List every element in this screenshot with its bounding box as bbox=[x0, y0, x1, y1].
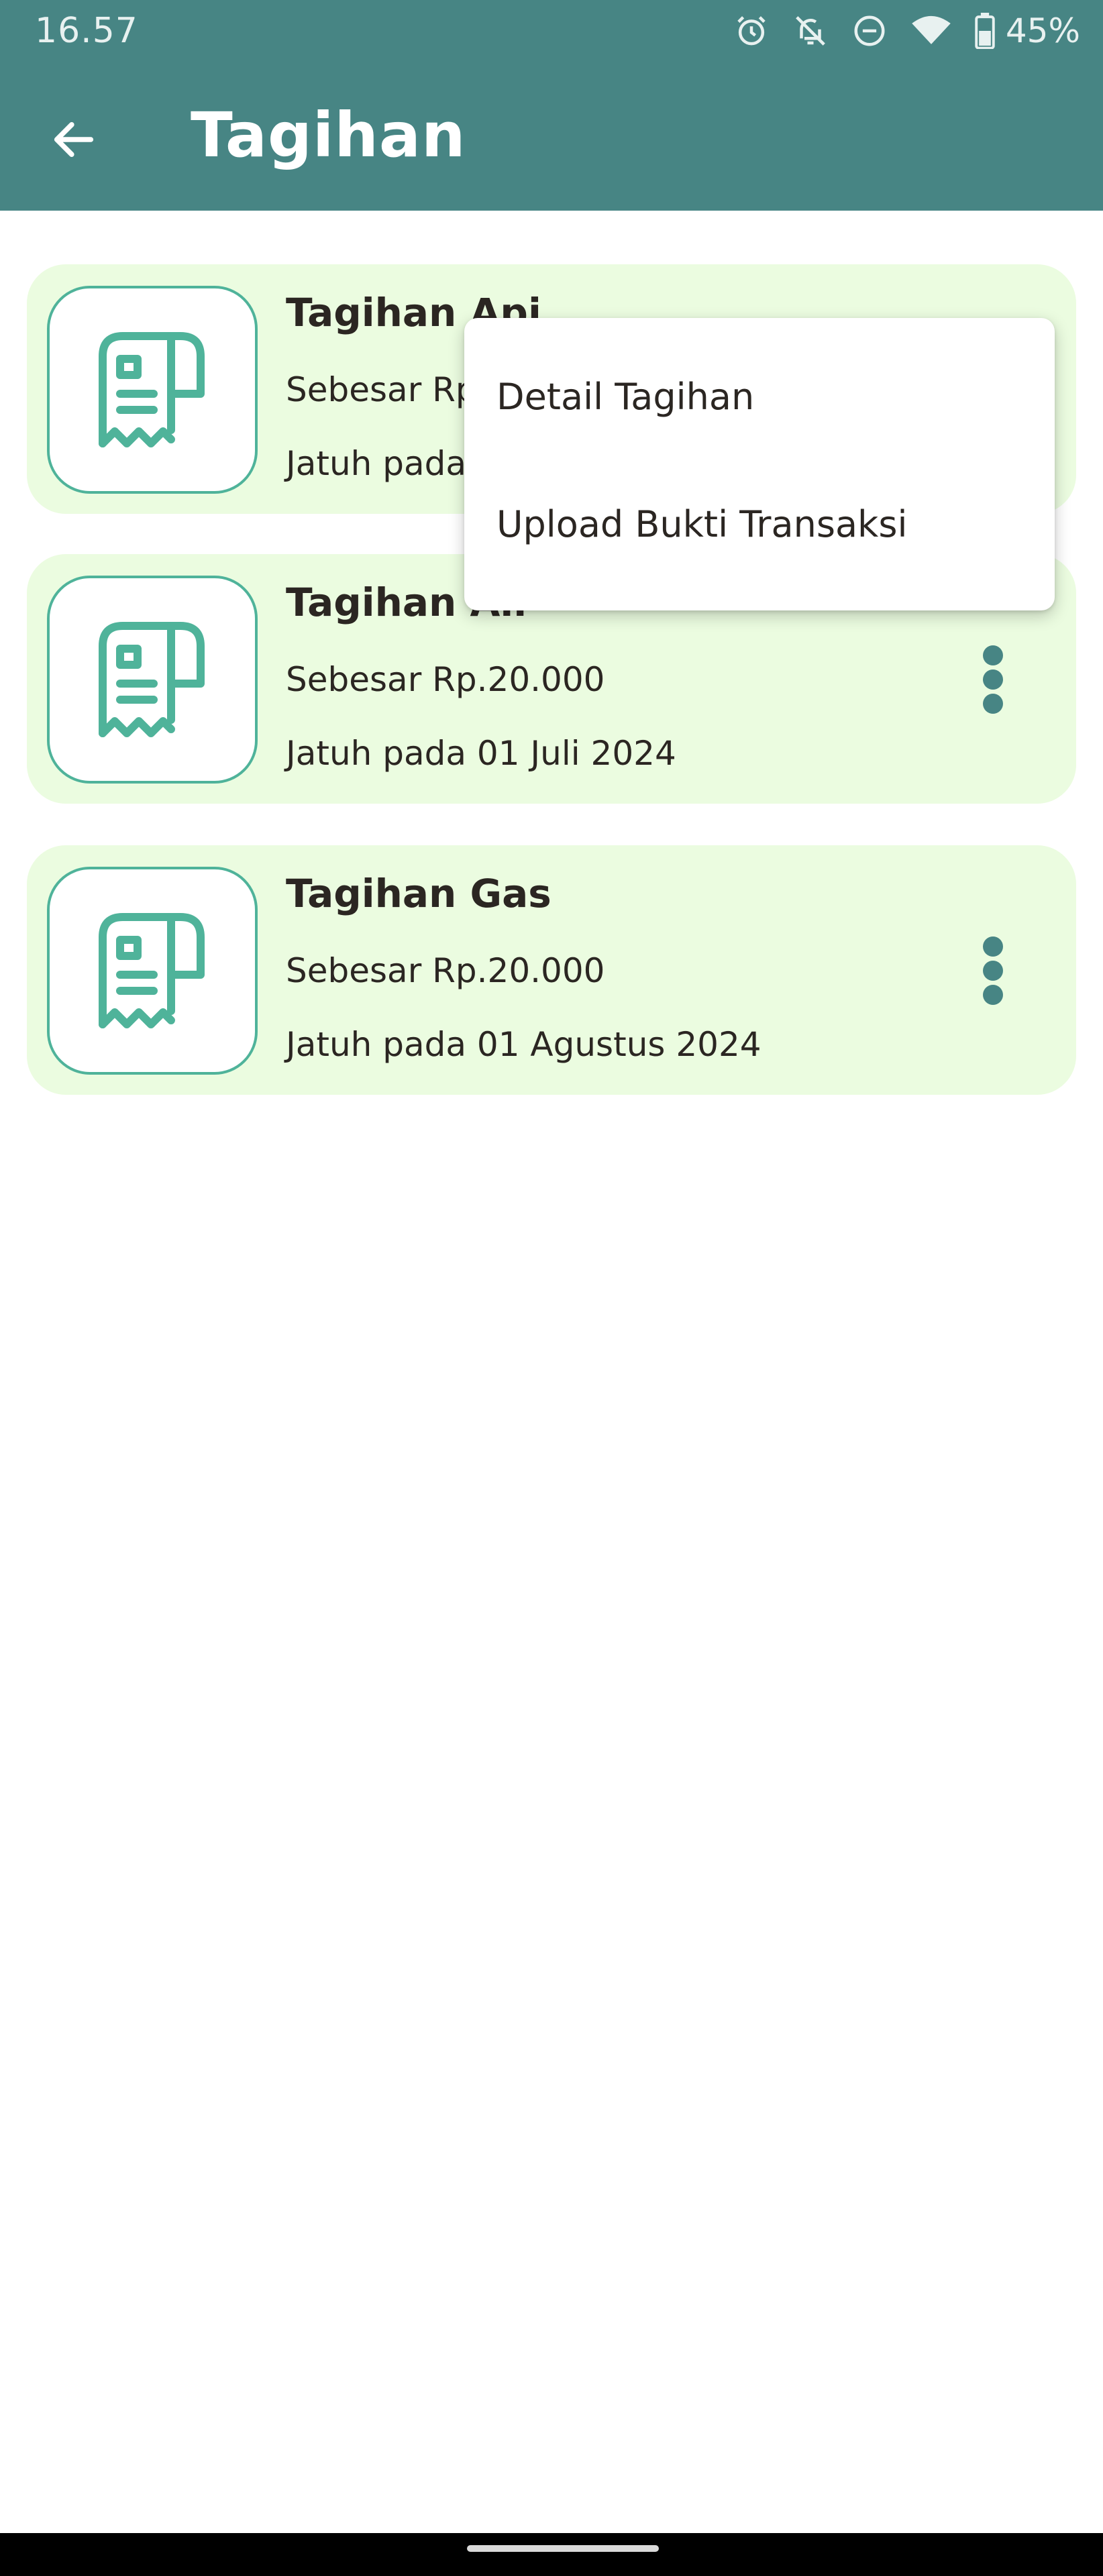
back-button[interactable] bbox=[40, 106, 107, 173]
alarm-icon bbox=[737, 16, 766, 46]
receipt-icon bbox=[99, 913, 205, 1028]
kebab-dot bbox=[983, 669, 1003, 690]
arrow-left-icon bbox=[54, 122, 94, 157]
bill-amount: Sebesar Rp.20.000 bbox=[286, 660, 605, 699]
screen: 16.57 45% Tagihan Tagihan Api Sebesar Rp… bbox=[0, 0, 1103, 2576]
bill-due-date: Jatuh pada 01 Juli 2024 bbox=[286, 734, 676, 773]
bell-off-icon bbox=[796, 16, 825, 46]
home-indicator[interactable] bbox=[467, 2545, 659, 2552]
battery-icon bbox=[975, 13, 995, 49]
status-icons: 45% bbox=[733, 9, 1080, 52]
bill-card[interactable]: Tagihan Gas Sebesar Rp.20.000 Jatuh pada… bbox=[27, 845, 1076, 1095]
bill-amount: Sebesar Rp.20.000 bbox=[286, 951, 605, 990]
menu-item-detail-tagihan[interactable]: Detail Tagihan bbox=[464, 333, 1055, 460]
bill-due-date: Jatuh pada 01 Agustus 2024 bbox=[286, 1025, 761, 1064]
menu-item-upload-bukti-transaksi[interactable]: Upload Bukti Transaksi bbox=[464, 460, 1055, 588]
bill-name: Tagihan Gas bbox=[286, 871, 552, 916]
app-bar: Tagihan bbox=[0, 64, 1103, 211]
bill-icon-box bbox=[47, 576, 258, 784]
do-not-disturb-icon bbox=[854, 15, 885, 46]
bill-icon-box bbox=[47, 867, 258, 1075]
kebab-dot bbox=[983, 936, 1003, 957]
wifi-icon bbox=[912, 15, 951, 44]
navigation-bar bbox=[0, 2533, 1103, 2576]
status-time: 16.57 bbox=[35, 11, 138, 51]
bill-icon-box bbox=[47, 286, 258, 494]
kebab-dot bbox=[983, 961, 1003, 981]
page-title: Tagihan bbox=[191, 99, 466, 171]
receipt-icon bbox=[99, 332, 205, 447]
status-bar: 16.57 45% bbox=[0, 0, 1103, 64]
more-options-button[interactable] bbox=[959, 637, 1027, 722]
kebab-dot bbox=[983, 694, 1003, 714]
popup-menu: Detail Tagihan Upload Bukti Transaksi bbox=[464, 318, 1055, 610]
kebab-dot bbox=[983, 645, 1003, 665]
more-options-button[interactable] bbox=[959, 928, 1027, 1013]
kebab-dot bbox=[983, 985, 1003, 1005]
battery-percentage: 45% bbox=[1005, 11, 1080, 50]
receipt-icon bbox=[99, 622, 205, 737]
